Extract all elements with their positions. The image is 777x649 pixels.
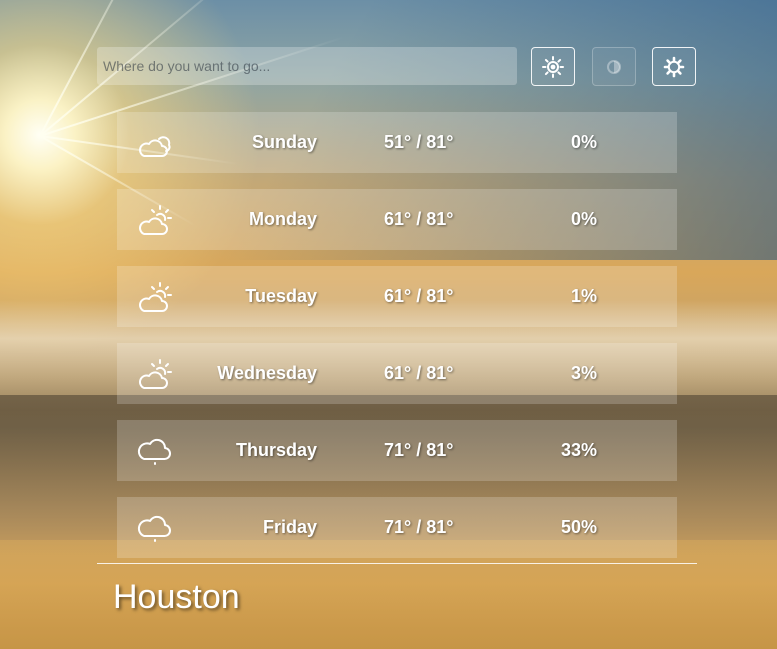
precipitation-chance: 3% [570, 363, 597, 383]
day-name: Wednesday [217, 363, 317, 383]
temperature-range: 51° / 81° [384, 132, 454, 152]
precipitation-chance: 0% [570, 209, 597, 229]
partly-sunny-icon [139, 282, 172, 312]
forecast-row-sunday: Sunday 51° / 81° 0% [117, 112, 677, 173]
contrast-icon [607, 59, 621, 74]
brightness-icon [542, 55, 564, 78]
city-name: Houston [113, 578, 240, 616]
weather-app: Sunday 51° / 81° 0% Monday 61° / 81° 0% [0, 0, 777, 649]
search-input[interactable] [97, 47, 517, 85]
day-name: Monday [248, 209, 317, 229]
settings-button[interactable] [652, 47, 696, 86]
day-name: Friday [262, 517, 317, 537]
day-name: Tuesday [245, 286, 317, 306]
forecast-row-thursday: Thursday 71° / 81° 33% [117, 420, 677, 481]
partly-cloudy-icon [139, 136, 171, 157]
rain-cloud-icon [137, 438, 171, 465]
precipitation-chance: 33% [560, 440, 597, 460]
precipitation-chance: 0% [570, 132, 597, 152]
partly-sunny-icon [139, 205, 172, 235]
precipitation-chance: 50% [560, 517, 597, 537]
contrast-button[interactable] [592, 47, 636, 86]
temperature-range: 61° / 81° [384, 363, 454, 383]
temperature-range: 71° / 81° [384, 440, 454, 460]
forecast-row-tuesday: Tuesday 61° / 81° 1% [117, 266, 677, 327]
forecast-row-monday: Monday 61° / 81° 0% [117, 189, 677, 250]
temperature-range: 71° / 81° [384, 517, 454, 537]
forecast-row-friday: Friday 71° / 81° 50% [117, 497, 677, 558]
precipitation-chance: 1% [570, 286, 597, 306]
forecast-row-wednesday: Wednesday 61° / 81° 3% [117, 343, 677, 404]
day-name: Sunday [251, 132, 317, 152]
temperature-range: 61° / 81° [384, 286, 454, 306]
divider [97, 563, 697, 564]
settings-gear-icon [663, 56, 685, 77]
brightness-button[interactable] [531, 47, 575, 86]
rain-cloud-icon [137, 515, 171, 542]
temperature-range: 61° / 81° [384, 209, 454, 229]
partly-sunny-icon [139, 359, 172, 389]
day-name: Thursday [235, 440, 317, 460]
